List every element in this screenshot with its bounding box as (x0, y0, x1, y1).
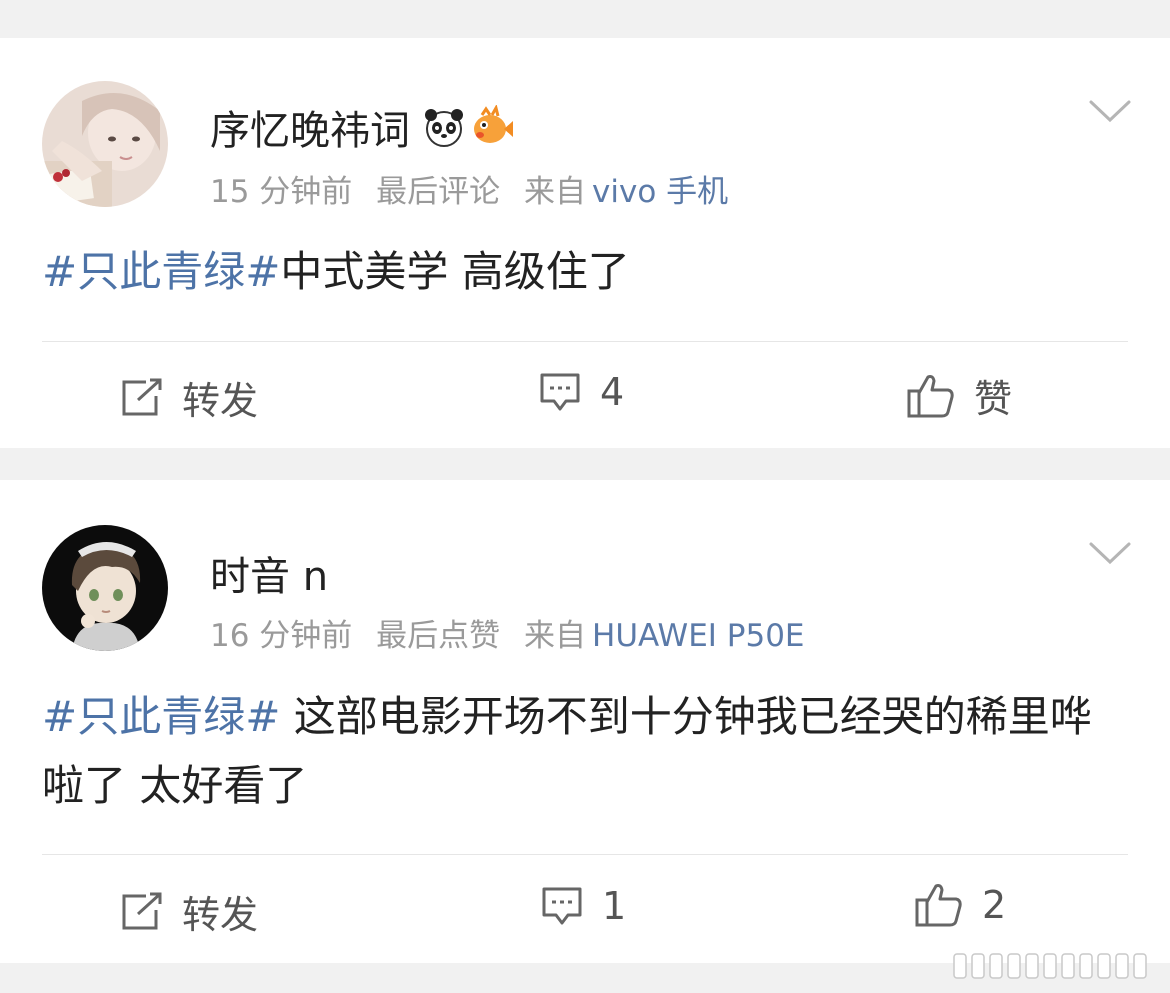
post-meta: 16 分钟前 最后点赞 来自 HUAWEI P50E (210, 610, 805, 655)
comment-button[interactable]: 4 (538, 370, 624, 414)
post-content: #只此青绿# 这部电影开场不到十分钟我已经哭的稀里哗啦了 太好看了 (42, 682, 1122, 820)
like-label: 赞 (974, 377, 1013, 421)
comment-button[interactable]: 1 (540, 884, 626, 928)
repost-button[interactable]: 转发 (120, 884, 258, 939)
post-source[interactable]: vivo 手机 (592, 174, 728, 210)
post-meta: 15 分钟前 最后评论 来自 vivo 手机 (210, 166, 728, 211)
post-source[interactable]: HUAWEI P50E (592, 618, 804, 654)
like-button[interactable]: 赞 (906, 368, 1012, 423)
thumbs-up-icon (907, 374, 954, 417)
avatar[interactable] (42, 525, 168, 651)
post-activity: 最后点赞 (376, 618, 501, 654)
puffer-fish-icon (474, 105, 513, 143)
comment-icon (542, 887, 582, 925)
watermark-icon (953, 953, 1147, 979)
repost-label: 转发 (182, 893, 259, 937)
post-content: #只此青绿#中式美学 高级住了 (42, 237, 1122, 306)
repost-button[interactable]: 转发 (120, 370, 258, 425)
post-card: 序忆晚祎词 15 分钟前 最后评论 来自 vivo 手机 #只此青绿#中式美学 高 (0, 38, 1170, 448)
repost-label: 转发 (182, 379, 259, 423)
post-activity: 最后评论 (376, 174, 501, 210)
share-icon (122, 378, 162, 415)
divider (42, 341, 1128, 342)
post-text: 中式美学 高级住了 (280, 247, 630, 296)
username-text[interactable]: 时音 n (210, 544, 328, 602)
post-card: 时音 n 16 分钟前 最后点赞 来自 HUAWEI P50E #只此青绿# 这部… (0, 480, 1170, 963)
avatar[interactable] (42, 81, 168, 207)
topic-link[interactable]: #只此青绿# (42, 692, 280, 741)
topic-link[interactable]: #只此青绿# (42, 247, 280, 296)
chevron-down-icon[interactable] (1088, 540, 1132, 566)
divider (42, 854, 1128, 855)
thumbs-up-icon (915, 884, 962, 927)
username[interactable]: 序忆晚祎词 (210, 98, 514, 156)
like-button[interactable]: 2 (914, 882, 1006, 928)
post-time: 16 分钟前 (210, 618, 353, 654)
comment-icon (540, 373, 580, 411)
source-prefix: 来自 (524, 174, 587, 210)
share-icon (122, 892, 162, 929)
chevron-down-icon[interactable] (1088, 98, 1132, 124)
panda-icon (425, 109, 463, 147)
source-prefix: 来自 (524, 618, 587, 654)
username[interactable]: 时音 n (210, 544, 328, 602)
comment-count: 4 (600, 370, 625, 414)
comment-count: 1 (602, 884, 627, 928)
post-time: 15 分钟前 (210, 174, 353, 210)
like-count: 2 (982, 883, 1007, 927)
username-text[interactable]: 序忆晚祎词 (210, 98, 410, 156)
